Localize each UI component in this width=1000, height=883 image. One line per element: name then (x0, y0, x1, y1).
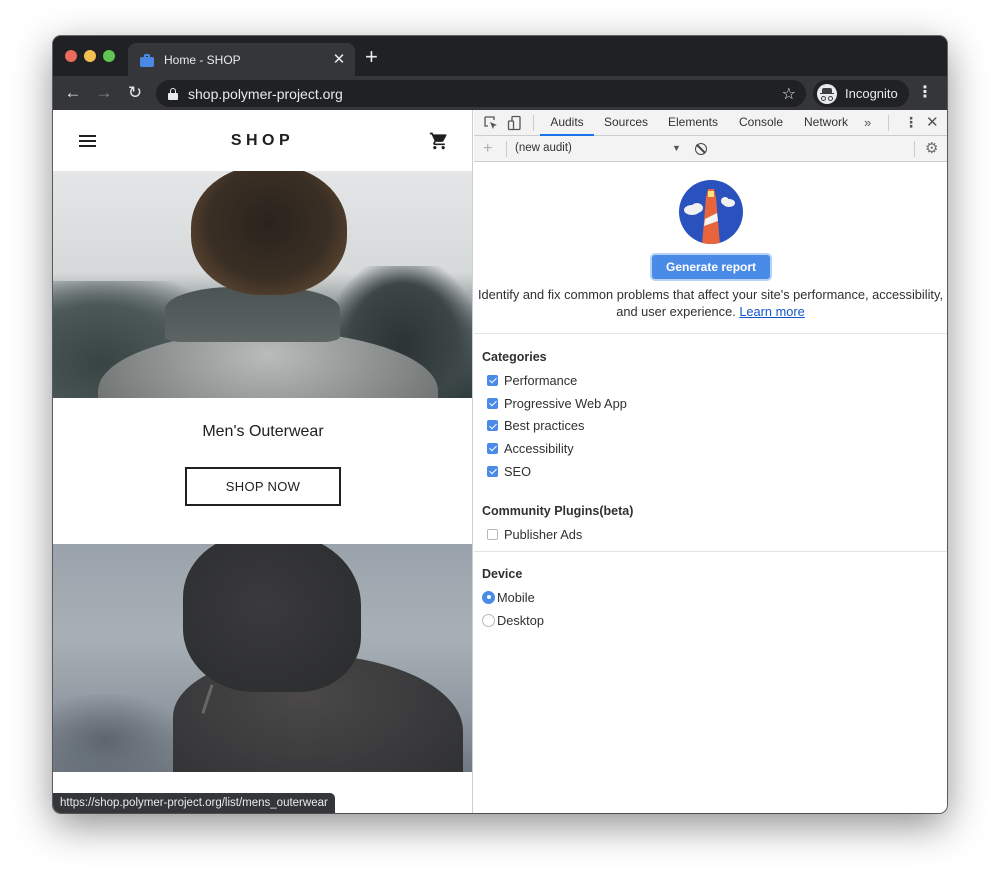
reload-icon[interactable]: ↻ (123, 81, 147, 105)
shop-now-button[interactable]: SHOP NOW (185, 467, 341, 506)
promo-title: Men's Outerwear (202, 423, 324, 440)
tab-title: Home - SHOP (164, 52, 241, 67)
option-label: Best practices (504, 418, 585, 434)
device-section: Device Mobile Desktop (482, 563, 544, 631)
categories-section: Categories Performance Progressive Web A… (482, 346, 627, 482)
browser-tab[interactable]: Home - SHOP ✕ (128, 43, 355, 76)
content-area: SHOP Men's Outerwear SHOP NOW https://sh… (53, 110, 947, 813)
hoodie-hero-image[interactable] (53, 544, 472, 772)
category-pwa[interactable]: Progressive Web App (482, 392, 627, 415)
audits-start-view: Generate report Identify and fix common … (474, 162, 947, 334)
browser-menu-icon[interactable]: ⋮ (917, 82, 933, 104)
window-close-button[interactable] (65, 50, 77, 62)
checkbox[interactable] (487, 420, 498, 432)
link-status-bubble: https://shop.polymer-project.org/list/me… (53, 793, 335, 813)
checkbox[interactable] (487, 528, 498, 540)
clear-all-icon[interactable] (695, 143, 707, 155)
inspect-element-icon[interactable] (483, 115, 499, 131)
web-page: SHOP Men's Outerwear SHOP NOW https://sh… (53, 110, 473, 813)
option-label: Performance (504, 372, 578, 388)
tab-close-icon[interactable]: ✕ (327, 52, 351, 67)
separator (914, 141, 915, 157)
shop-header: SHOP (53, 110, 472, 171)
bookmark-star-icon[interactable]: ☆ (782, 84, 796, 104)
section-divider (474, 551, 947, 552)
more-tabs-icon[interactable]: » (864, 110, 871, 135)
checkbox[interactable] (487, 465, 498, 477)
separator (533, 115, 534, 131)
devtools-tab-bar: Audits Sources Elements Console Network … (474, 110, 947, 136)
option-label: SEO (504, 463, 532, 479)
separator (888, 115, 889, 131)
gear-icon[interactable]: ⚙ (925, 141, 938, 157)
plugins-title: Community Plugins(beta) (482, 504, 634, 518)
option-label: Desktop (497, 612, 544, 628)
radio-button[interactable] (482, 613, 495, 627)
audit-report-select[interactable]: (new audit) (515, 136, 683, 161)
device-desktop[interactable]: Desktop (482, 609, 544, 632)
audits-description: Identify and fix common problems that af… (474, 286, 947, 320)
shop-logo[interactable]: SHOP (53, 132, 472, 150)
device-mobile[interactable]: Mobile (482, 586, 544, 609)
plugin-publisher-ads[interactable]: Publisher Ads (482, 523, 633, 546)
radio-button[interactable] (482, 590, 495, 604)
learn-more-link[interactable]: Learn more (739, 304, 804, 319)
address-bar[interactable]: shop.polymer-project.org ☆ (156, 80, 806, 107)
tab-console[interactable]: Console (732, 110, 790, 136)
categories-title: Categories (482, 350, 547, 364)
dropdown-caret-icon[interactable]: ▼ (672, 136, 681, 161)
category-seo[interactable]: SEO (482, 460, 627, 483)
devtools-panel: Audits Sources Elements Console Network … (474, 110, 947, 813)
audits-toolbar: + (new audit) ▼ ⚙ (474, 136, 947, 162)
audits-description-text: Identify and fix common problems that af… (478, 287, 943, 319)
devtools-menu-icon[interactable]: ⋮ (904, 110, 918, 135)
tab-elements[interactable]: Elements (662, 110, 724, 136)
window-zoom-button[interactable] (103, 50, 115, 62)
checkbox[interactable] (487, 442, 498, 454)
incognito-icon (817, 83, 837, 104)
option-label: Mobile (497, 589, 535, 605)
devtools-close-icon[interactable]: ✕ (926, 110, 939, 135)
option-label: Accessibility (504, 440, 574, 456)
separator (506, 141, 507, 157)
lighthouse-logo-icon (679, 180, 743, 244)
tab-strip: Home - SHOP ✕ + (53, 36, 947, 76)
checkbox[interactable] (487, 374, 498, 386)
browser-window: Home - SHOP ✕ + ← → ↻ shop.polymer-proje… (53, 36, 947, 813)
cart-icon[interactable] (429, 131, 449, 151)
new-tab-button[interactable]: + (365, 46, 378, 68)
category-accessibility[interactable]: Accessibility (482, 437, 627, 460)
category-performance[interactable]: Performance (482, 369, 627, 392)
mens-outerwear-hero-image[interactable] (53, 171, 472, 398)
url-text[interactable]: shop.polymer-project.org (188, 86, 782, 102)
device-toolbar-icon[interactable] (507, 115, 523, 131)
tab-sources[interactable]: Sources (598, 110, 654, 136)
device-title: Device (482, 567, 523, 581)
checkbox[interactable] (487, 397, 498, 409)
shopping-bag-icon (140, 53, 154, 67)
plugins-section: Community Plugins(beta) Publisher Ads (482, 500, 633, 546)
incognito-label: Incognito (845, 86, 898, 101)
promo-section: Men's Outerwear SHOP NOW (53, 398, 472, 544)
browser-toolbar: ← → ↻ shop.polymer-project.org ☆ Incogni… (53, 76, 947, 110)
option-label: Publisher Ads (504, 526, 583, 542)
incognito-profile-button[interactable]: Incognito (813, 80, 909, 107)
generate-report-button[interactable]: Generate report (652, 255, 770, 279)
tab-network[interactable]: Network (798, 110, 854, 136)
option-label: Progressive Web App (504, 395, 627, 411)
category-best-practices[interactable]: Best practices (482, 414, 627, 437)
new-audit-plus-icon[interactable]: + (483, 136, 492, 161)
tab-audits[interactable]: Audits (540, 110, 594, 136)
lock-icon[interactable] (168, 87, 178, 100)
window-minimize-button[interactable] (84, 50, 96, 62)
forward-arrow-icon[interactable]: → (92, 81, 116, 105)
back-arrow-icon[interactable]: ← (61, 81, 85, 105)
